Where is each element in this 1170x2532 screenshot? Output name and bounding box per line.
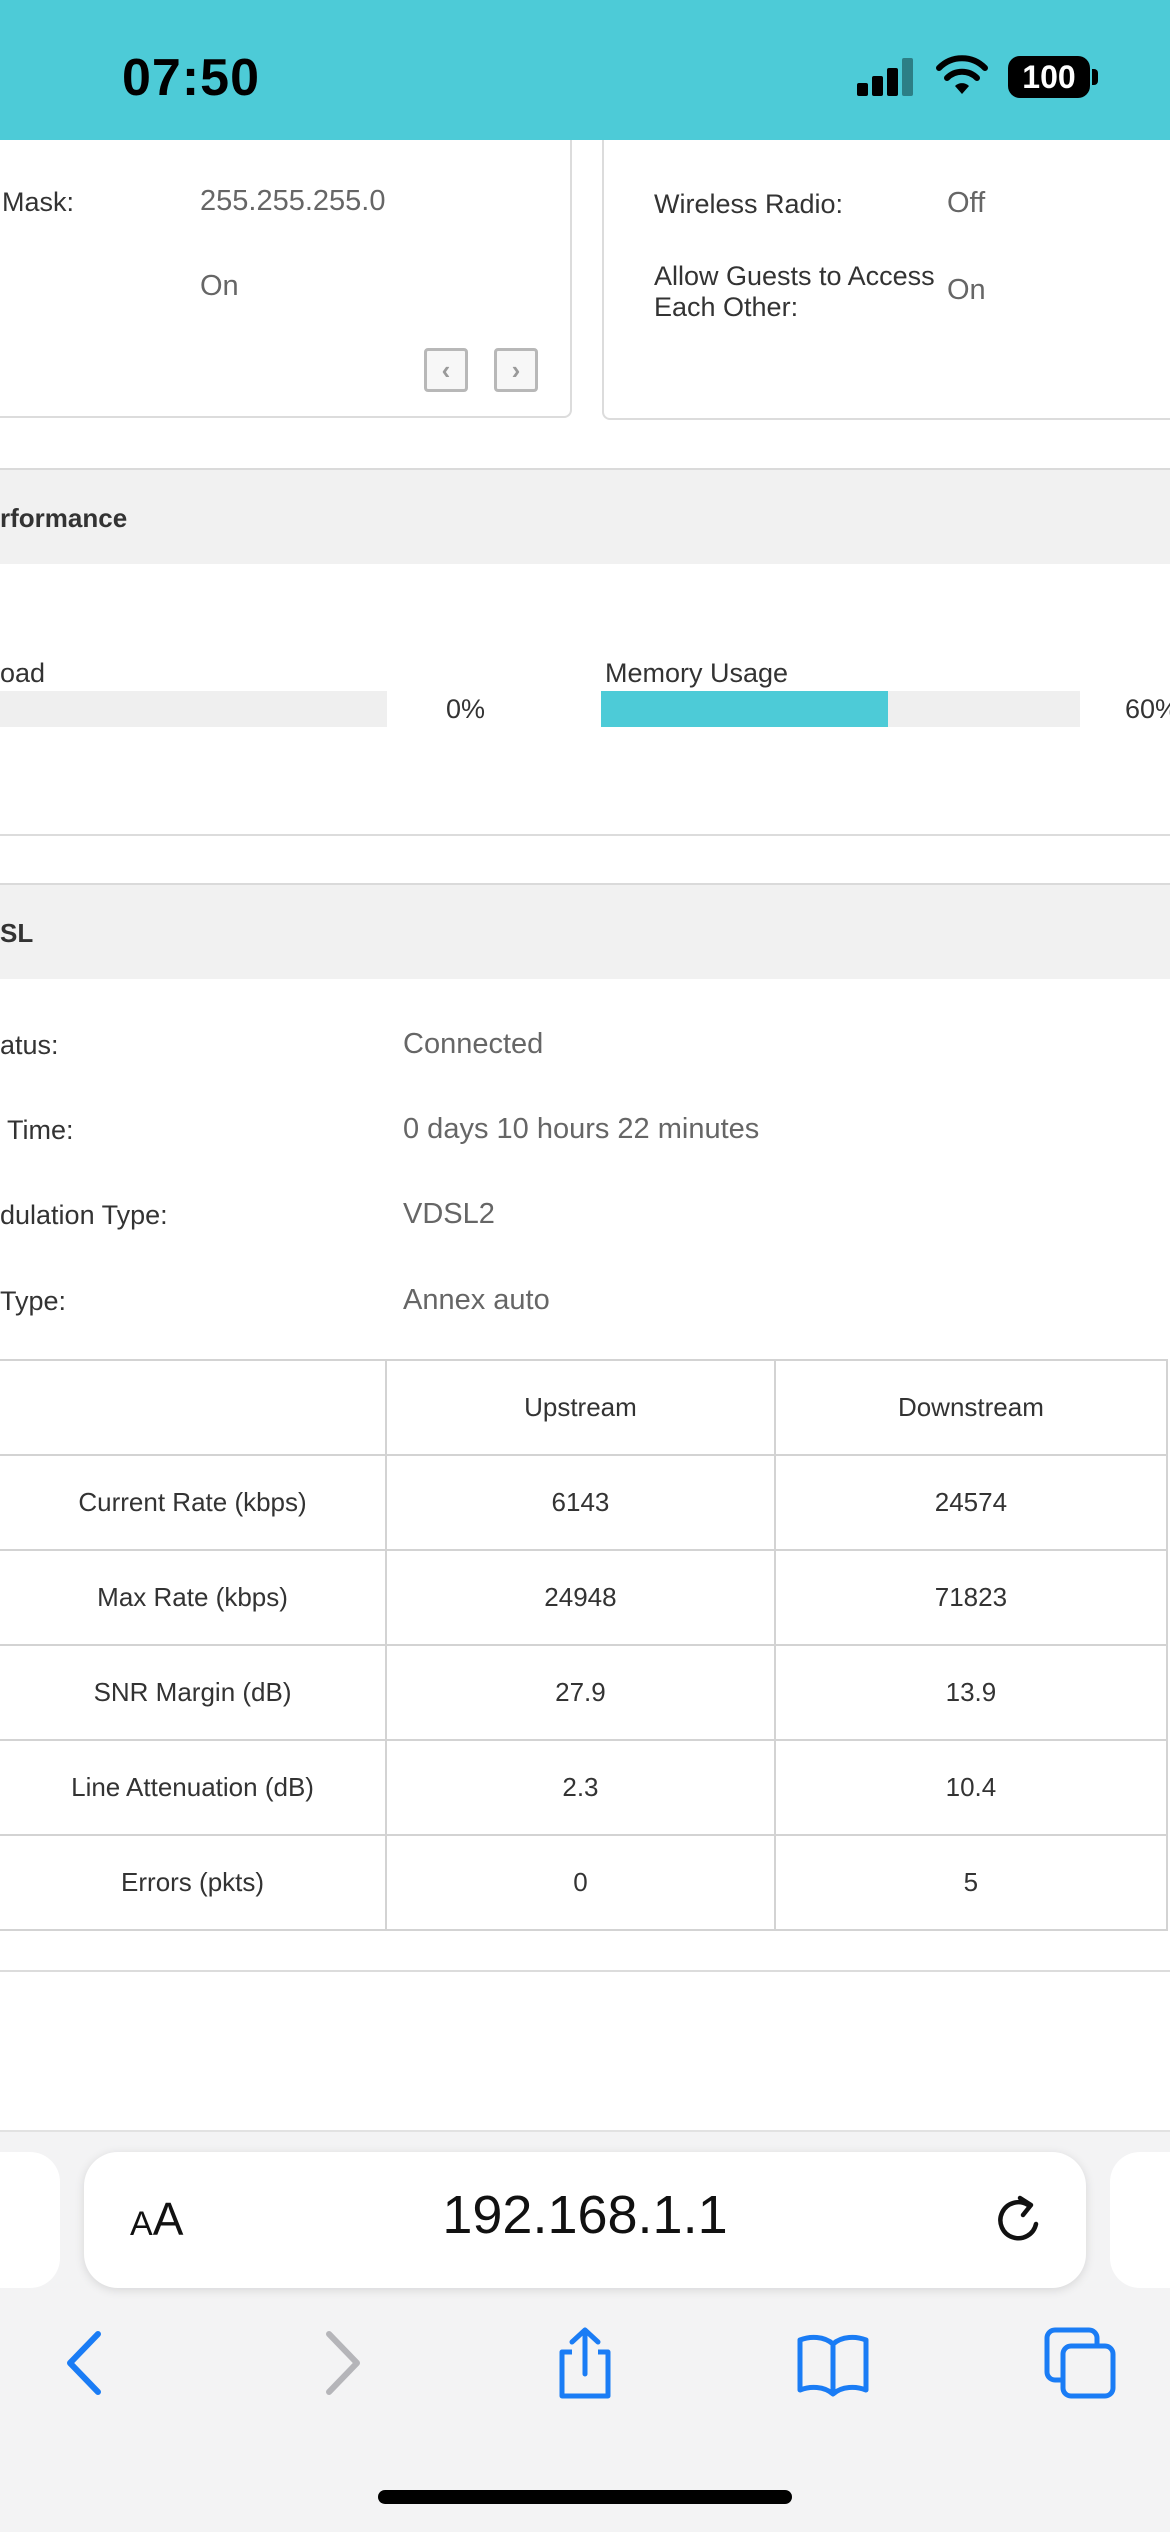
performance-title: rformance	[0, 503, 128, 533]
table-cell: Max Rate (kbps)	[0, 1549, 388, 1646]
table-cell: 5	[773, 1834, 1169, 1931]
share-icon[interactable]	[548, 2326, 622, 2400]
next-page-button[interactable]: ›	[494, 348, 538, 392]
table-header-cell: Downstream	[773, 1359, 1169, 1456]
cpu-load-label: oad	[0, 658, 46, 688]
table-row: Line Attenuation (dB) 2.3 10.4	[0, 1739, 1169, 1836]
table-header-row: Upstream Downstream	[0, 1359, 1169, 1456]
table-cell: 10.4	[773, 1739, 1169, 1836]
table-row: Errors (pkts) 0 5	[0, 1834, 1169, 1931]
url-text[interactable]: 192.168.1.1	[300, 2184, 870, 2246]
lan-card: Mask: 255.255.255.0 On ‹ ›	[0, 140, 572, 418]
dsl-status-value: Connected	[403, 1028, 544, 1060]
wireless-radio-label: Wireless Radio:	[654, 189, 844, 219]
table-header-cell: Upstream	[385, 1359, 776, 1456]
dsl-modulation-value: VDSL2	[403, 1198, 495, 1230]
battery-icon: 100	[1008, 56, 1090, 98]
memory-usage-label: Memory Usage	[605, 658, 789, 688]
table-cell: 27.9	[385, 1644, 776, 1741]
memory-usage-value: 60%	[1125, 694, 1170, 724]
dsl-title: SL	[0, 918, 34, 948]
table-cell: 71823	[773, 1549, 1169, 1646]
dsl-modulation-label: dulation Type:	[0, 1200, 168, 1230]
table-cell: 24574	[773, 1454, 1169, 1551]
reload-icon[interactable]	[990, 2190, 1050, 2250]
table-cell: Line Attenuation (dB)	[0, 1739, 388, 1836]
status-time: 07:50	[122, 49, 260, 107]
memory-usage-bar	[601, 691, 1080, 727]
dsl-section-header: SL	[0, 883, 1170, 979]
table-cell: SNR Margin (dB)	[0, 1644, 388, 1741]
table-cell: 2.3	[385, 1739, 776, 1836]
table-cell: 0	[385, 1834, 776, 1931]
next-tab-pill[interactable]	[1110, 2152, 1170, 2288]
previous-tab-pill[interactable]	[0, 2152, 60, 2288]
aa-small-letter: A	[130, 2205, 153, 2243]
table-cell: 13.9	[773, 1644, 1169, 1741]
dsl-annex-label: Type:	[0, 1286, 67, 1316]
table-cell: 6143	[385, 1454, 776, 1551]
dsl-status-label: atus:	[0, 1030, 59, 1060]
forward-icon[interactable]	[303, 2326, 377, 2400]
dhcp-value: On	[200, 270, 239, 302]
guests-access-value: On	[947, 274, 986, 306]
aa-large-letter: A	[152, 2193, 184, 2245]
wifi-icon	[936, 55, 988, 94]
wireless-card: Wireless Radio: Off Allow Guests to Acce…	[602, 140, 1170, 420]
tabs-icon[interactable]	[1043, 2326, 1117, 2400]
status-bar: 07:50 100	[0, 0, 1170, 140]
dsl-annex-value: Annex auto	[403, 1284, 550, 1316]
table-row: Current Rate (kbps) 6143 24574	[0, 1454, 1169, 1551]
table-row: Max Rate (kbps) 24948 71823	[0, 1549, 1169, 1646]
reader-text-size-button[interactable]: AA	[130, 2192, 183, 2246]
mask-label: Mask:	[2, 187, 75, 217]
prev-page-button[interactable]: ‹	[424, 348, 468, 392]
dsl-uptime-label: Time:	[0, 1115, 74, 1145]
wireless-radio-value: Off	[947, 187, 986, 219]
table-row: SNR Margin (dB) 27.9 13.9	[0, 1644, 1169, 1741]
table-cell: Errors (pkts)	[0, 1834, 388, 1931]
performance-divider	[0, 834, 1170, 836]
cpu-load-value: 0%	[446, 694, 486, 724]
guests-access-label-line2: Each Other:	[654, 292, 799, 322]
dsl-bottom-divider	[0, 1970, 1170, 1972]
back-icon[interactable]	[50, 2326, 124, 2400]
bookmarks-icon[interactable]	[796, 2326, 870, 2400]
table-header-cell	[0, 1359, 388, 1456]
mask-value: 255.255.255.0	[200, 185, 386, 217]
performance-section-header: rformance	[0, 468, 1170, 564]
router-status-page: Mask: 255.255.255.0 On ‹ › Wireless Radi…	[0, 140, 1170, 2130]
home-indicator	[378, 2490, 792, 2504]
battery-tip	[1092, 69, 1098, 85]
cpu-load-bar	[0, 691, 387, 727]
memory-usage-bar-fill	[601, 691, 889, 727]
cellular-signal-icon	[857, 58, 915, 96]
dsl-stats-table: Upstream Downstream Current Rate (kbps) …	[0, 1359, 1169, 1931]
dsl-uptime-value: 0 days 10 hours 22 minutes	[403, 1113, 760, 1145]
table-cell: 24948	[385, 1549, 776, 1646]
guests-access-label-line1: Allow Guests to Access	[654, 261, 935, 291]
table-cell: Current Rate (kbps)	[0, 1454, 388, 1551]
